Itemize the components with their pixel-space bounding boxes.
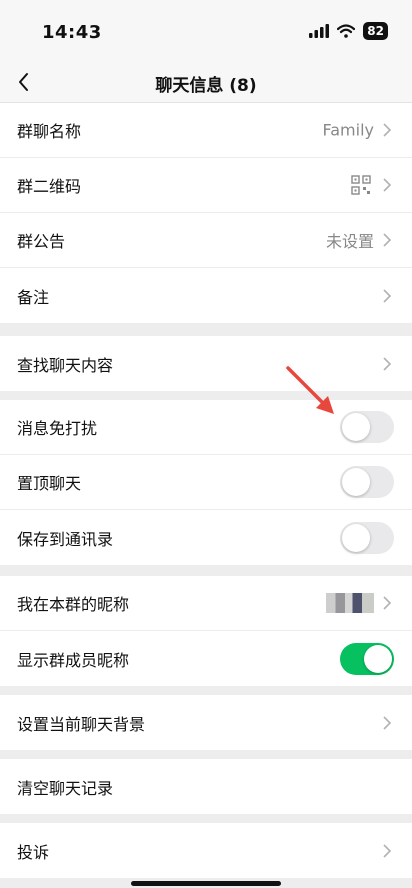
pin-chat-row: 置顶聊天 [0, 455, 412, 510]
status-icons: 82 [309, 22, 388, 40]
group-qr-label: 群二维码 [17, 177, 82, 196]
group-notice-value: 未设置 [325, 232, 374, 251]
chevron-right-icon [383, 288, 392, 303]
show-member-nicknames-row: 显示群成员昵称 [0, 631, 412, 686]
chevron-right-icon [383, 356, 392, 371]
pin-chat-label: 置顶聊天 [17, 474, 82, 493]
mute-notifications-toggle[interactable] [340, 411, 394, 443]
group-report: 投诉 [0, 823, 412, 878]
chat-background-label: 设置当前聊天背景 [17, 714, 146, 734]
report-label: 投诉 [17, 842, 50, 862]
group-name-label: 群聊名称 [17, 122, 82, 141]
clear-history-label: 清空聊天记录 [17, 778, 114, 798]
home-indicator [131, 881, 281, 886]
page-title: 聊天信息 (8) [155, 76, 257, 96]
my-nickname-redacted [326, 593, 374, 613]
chevron-right-icon [383, 843, 392, 858]
mute-notifications-label: 消息免打扰 [17, 419, 98, 438]
group-clear: 清空聊天记录 [0, 759, 412, 814]
group-name-value: Family [322, 120, 374, 140]
chevron-right-icon [383, 715, 392, 730]
group-name-row[interactable]: 群聊名称 Family [0, 103, 412, 158]
show-member-nicknames-toggle[interactable] [340, 642, 394, 675]
chevron-right-icon [383, 123, 392, 137]
group-toggles: 消息免打扰 置顶聊天 保存到通讯录 [0, 400, 412, 565]
show-member-nicknames-label: 显示群成员昵称 [17, 650, 130, 670]
nav-bar: 聊天信息 (8) [0, 62, 412, 103]
mute-notifications-row: 消息免打扰 [0, 400, 412, 455]
pin-chat-toggle[interactable] [340, 466, 394, 498]
group-notice-label: 群公告 [17, 232, 66, 251]
battery-indicator: 82 [363, 22, 388, 40]
status-time: 14:43 [42, 22, 102, 43]
save-to-contacts-row: 保存到通讯录 [0, 510, 412, 565]
save-to-contacts-toggle[interactable] [340, 521, 394, 554]
signal-icon [309, 24, 330, 38]
search-chat-label: 查找聊天内容 [17, 355, 114, 375]
chevron-right-icon [383, 596, 392, 610]
annotation-arrow-icon [286, 366, 334, 414]
group-nickname: 我在本群的昵称 显示群成员昵称 [0, 576, 412, 686]
my-nickname-row[interactable]: 我在本群的昵称 [0, 576, 412, 631]
save-to-contacts-label: 保存到通讯录 [17, 529, 114, 549]
remark-row[interactable]: 备注 [0, 268, 412, 323]
report-row[interactable]: 投诉 [0, 823, 412, 878]
chevron-right-icon [383, 178, 392, 192]
group-info: 群聊名称 Family 群二维码 群公告 未设置 备注 [0, 103, 412, 323]
chat-background-row[interactable]: 设置当前聊天背景 [0, 695, 412, 750]
search-chat-row[interactable]: 查找聊天内容 [0, 336, 412, 391]
clear-history-row[interactable]: 清空聊天记录 [0, 759, 412, 814]
status-bar: 14:43 82 [0, 0, 412, 62]
remark-label: 备注 [17, 287, 50, 307]
qr-code-icon [351, 175, 371, 195]
wifi-icon [337, 24, 356, 38]
group-background: 设置当前聊天背景 [0, 695, 412, 750]
group-search: 查找聊天内容 [0, 336, 412, 391]
group-notice-row[interactable]: 群公告 未设置 [0, 213, 412, 268]
chevron-right-icon [383, 233, 392, 247]
group-qr-row[interactable]: 群二维码 [0, 158, 412, 213]
my-nickname-label: 我在本群的昵称 [17, 595, 130, 614]
